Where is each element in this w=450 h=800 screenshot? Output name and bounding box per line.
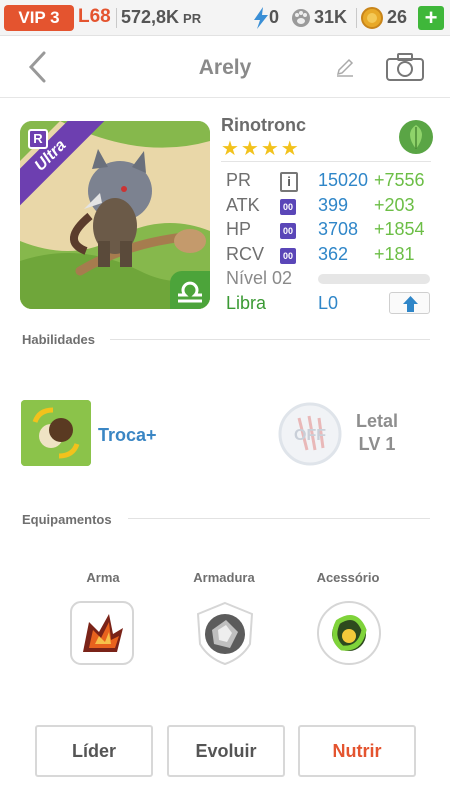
feed-button[interactable]: Nutrir <box>298 725 416 777</box>
passive-status: OFF <box>294 427 326 444</box>
stat-label: ATK <box>226 195 260 215</box>
player-level: L68 <box>78 6 111 27</box>
stat-label: HP <box>226 219 252 239</box>
divider <box>356 8 357 28</box>
creature-portrait[interactable]: Ultra R <box>20 121 210 309</box>
passive-skill-level: LV 1 <box>358 434 396 454</box>
sign-badge <box>170 271 210 309</box>
passive-skill-icon[interactable]: OFF <box>277 402 343 466</box>
section-title-equipment: Equipamentos <box>22 512 112 527</box>
divider <box>128 518 430 519</box>
stat-type-icon: 00 <box>280 223 296 239</box>
active-skill-name[interactable]: Troca+ <box>98 425 157 446</box>
stat-type-icon: 00 <box>280 199 296 215</box>
section-title-skills: Habilidades <box>22 332 95 347</box>
libra-icon <box>178 281 202 303</box>
coin-icon <box>361 7 383 29</box>
divider <box>110 339 430 340</box>
stat-value: 399 <box>318 195 349 215</box>
rarity-stars: ★★★★ <box>221 138 301 160</box>
accessory-icon <box>317 601 381 665</box>
edit-icon[interactable] <box>334 56 356 78</box>
stat-bonus: +181 <box>374 244 415 264</box>
power-label: PR <box>183 11 202 26</box>
weapon-icon <box>70 601 134 665</box>
stat-value: 362 <box>318 244 349 264</box>
active-skill-icon[interactable] <box>21 400 91 466</box>
paw-icon <box>292 9 310 27</box>
level-progress-bar <box>318 274 430 284</box>
armor-icon <box>196 601 254 666</box>
leader-button[interactable]: Líder <box>35 725 153 777</box>
rarity-badge: R <box>28 129 48 149</box>
arrow-up-icon <box>403 296 418 312</box>
paw-value: 31K <box>314 7 348 27</box>
stat-row-rcv: RCV 00 362 +181 <box>226 244 436 268</box>
stat-type-icon: 00 <box>280 248 296 264</box>
power-value: 572,8K PR <box>121 7 202 27</box>
creature-name: Rinotronc <box>221 115 306 135</box>
equip-slot-armor[interactable] <box>192 600 258 666</box>
sign-level: L0 <box>318 293 339 313</box>
equip-slot-weapon[interactable] <box>69 600 135 666</box>
stat-row-pr: PR i 15020 +7556 <box>226 170 436 194</box>
status-bar: VIP 3 L68 572,8K PR 0 31K 26 + <box>0 0 450 36</box>
stat-row-hp: HP 00 3708 +1854 <box>226 219 436 243</box>
energy-icon <box>254 7 268 29</box>
coin-value: 26 <box>387 7 408 27</box>
energy-value: 0 <box>269 7 280 27</box>
stat-value: 3708 <box>318 219 359 239</box>
level-label: Nível 02 <box>226 268 293 288</box>
info-icon[interactable]: i <box>280 172 298 192</box>
leaf-icon <box>399 120 433 154</box>
evolve-button[interactable]: Evoluir <box>167 725 285 777</box>
equip-label-accessory: Acessório <box>316 570 380 585</box>
equip-label-armor: Armadura <box>193 570 255 585</box>
stat-bonus: +7556 <box>374 170 425 190</box>
vip-badge[interactable]: VIP 3 <box>4 5 74 31</box>
passive-skill-name: Letal <box>355 411 398 431</box>
swap-icon <box>21 400 91 466</box>
upgrade-sign-button[interactable] <box>389 292 430 314</box>
add-coins-button[interactable]: + <box>418 6 444 30</box>
divider <box>116 8 117 28</box>
camera-icon[interactable] <box>385 52 425 82</box>
stat-label: PR <box>226 170 252 190</box>
stat-bonus: +1854 <box>374 219 425 239</box>
claw-icon: OFF <box>278 402 342 466</box>
equip-label-weapon: Arma <box>86 570 120 585</box>
stat-row-atk: ATK 00 399 +203 <box>226 195 436 219</box>
page-title: Arely <box>198 56 252 79</box>
stat-value: 15020 <box>318 170 369 190</box>
divider <box>221 161 431 162</box>
sign-name: Libra <box>226 293 267 313</box>
stat-bonus: +203 <box>374 195 415 215</box>
equip-slot-accessory[interactable] <box>316 600 382 666</box>
header: Arely <box>0 36 450 98</box>
stat-label: RCV <box>226 244 265 264</box>
